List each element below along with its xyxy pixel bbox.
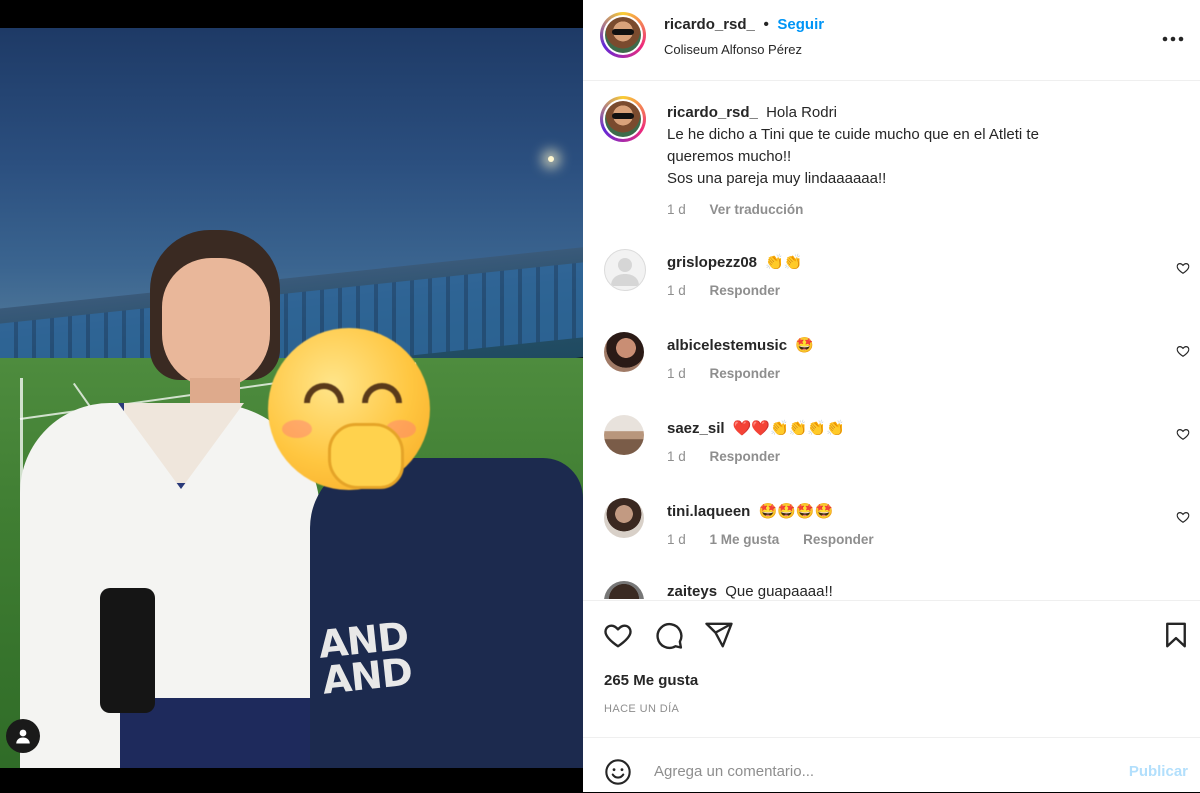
like-comment-heart-icon[interactable]	[1176, 261, 1190, 275]
black-bag	[100, 588, 155, 713]
user-tag-icon[interactable]	[6, 719, 40, 753]
post-date: HACE UN DÍA	[604, 703, 680, 715]
caption-line: Sos una pareja muy lindaaaaaa!!	[667, 170, 887, 187]
post-panel: ricardo_rsd_ • Seguir Coliseum Alfonso P…	[583, 0, 1200, 792]
comment-meta: 1 d Responder	[667, 449, 800, 464]
comment-avatar[interactable]	[604, 581, 644, 599]
comment-username[interactable]: grislopezz08	[667, 254, 757, 271]
comment-likes[interactable]: 1 Me gusta	[710, 532, 780, 547]
comment-text: tini.laqueen 🤩🤩🤩🤩	[667, 501, 1160, 523]
woman-figure	[0, 218, 340, 768]
comment-body: 👏👏	[765, 254, 803, 271]
comment-time: 1 d	[667, 283, 686, 298]
post-header: ricardo_rsd_ • Seguir Coliseum Alfonso P…	[583, 0, 1200, 81]
reply-button[interactable]: Responder	[710, 283, 781, 298]
emoji-eye	[304, 383, 344, 403]
bookmark-icon[interactable]	[1161, 620, 1191, 650]
comment-text: albicelestemusic 🤩	[667, 335, 1160, 357]
emoji-icon[interactable]	[604, 758, 632, 786]
comment-input[interactable]: Agrega un comentario...	[654, 763, 814, 780]
share-icon[interactable]	[704, 620, 734, 650]
comment-body: Que guapaaaa!!	[725, 583, 833, 599]
add-comment-bar: Agrega un comentario... Publicar	[583, 737, 1200, 793]
comment-username[interactable]: albicelestemusic	[667, 337, 787, 354]
comment-username[interactable]: tini.laqueen	[667, 503, 750, 520]
follow-button[interactable]: Seguir	[777, 16, 824, 33]
more-options-icon[interactable]	[1162, 28, 1184, 42]
emoji-blush	[282, 420, 312, 438]
comment-body: ❤️❤️👏👏👏👏	[732, 420, 845, 437]
photo-scene: AND AND	[0, 28, 583, 768]
caption-text: ricardo_rsd_ Hola Rodri Le he dicho a Ti…	[667, 102, 1160, 190]
comments-list[interactable]: ricardo_rsd_ Hola Rodri Le he dicho a Ti…	[583, 81, 1200, 599]
comment-time: 1 d	[667, 366, 686, 381]
comment-body: 🤩🤩🤩🤩	[758, 503, 834, 520]
comment-time: 1 d	[667, 532, 686, 547]
comment-time: 1 d	[667, 449, 686, 464]
heart-icon[interactable]	[603, 620, 633, 650]
comment-avatar[interactable]	[604, 249, 646, 291]
reply-button[interactable]: Responder	[803, 532, 874, 547]
comment-text: zaiteys Que guapaaaa!!	[667, 581, 1160, 599]
comment-meta: 1 d Responder	[667, 283, 800, 298]
comment-icon[interactable]	[654, 620, 684, 650]
comment-username[interactable]: saez_sil	[667, 420, 725, 437]
face	[162, 258, 270, 388]
reply-button[interactable]: Responder	[710, 366, 781, 381]
comment-username[interactable]: zaiteys	[667, 583, 717, 599]
translate-button[interactable]: Ver traducción	[710, 202, 804, 217]
like-comment-heart-icon[interactable]	[1176, 344, 1190, 358]
header-user-row: ricardo_rsd_ • Seguir	[664, 16, 824, 34]
author-username[interactable]: ricardo_rsd_	[664, 16, 755, 33]
comment-avatar[interactable]	[604, 332, 644, 372]
comment-body: 🤩	[795, 337, 814, 354]
caption-line: Hola Rodri	[766, 104, 837, 121]
face-covering-emoji	[268, 328, 430, 490]
comment-text: grislopezz08 👏👏	[667, 252, 1160, 274]
likes-count[interactable]: 265 Me gusta	[604, 672, 698, 689]
comment-avatar[interactable]	[604, 415, 644, 455]
comment-meta: 1 d Responder	[667, 366, 800, 381]
caption-line: queremos mucho!!	[667, 148, 792, 165]
caption-time: 1 d	[667, 202, 686, 217]
reply-button[interactable]: Responder	[710, 449, 781, 464]
post-actions: 265 Me gusta HACE UN DÍA	[583, 600, 1200, 737]
post-location[interactable]: Coliseum Alfonso Pérez	[664, 42, 802, 57]
caption-username[interactable]: ricardo_rsd_	[667, 104, 758, 121]
like-comment-heart-icon[interactable]	[1176, 510, 1190, 524]
publish-button[interactable]: Publicar	[1129, 763, 1188, 780]
emoji-eye	[362, 383, 402, 403]
comment-meta: 1 d 1 Me gusta Responder	[667, 532, 894, 547]
comment-text: saez_sil ❤️❤️👏👏👏👏	[667, 418, 1160, 440]
like-comment-heart-icon[interactable]	[1176, 427, 1190, 441]
emoji-hand	[328, 423, 404, 489]
floodlight	[548, 156, 554, 162]
caption-avatar[interactable]	[600, 96, 646, 142]
caption-line: Le he dicho a Tini que te cuide mucho qu…	[667, 126, 1039, 143]
comment-avatar[interactable]	[604, 498, 644, 538]
separator-dot: •	[763, 16, 769, 33]
author-avatar[interactable]	[600, 12, 646, 58]
caption-meta: 1 d Ver traducción	[667, 202, 823, 217]
post-photo[interactable]: AND AND	[0, 0, 583, 792]
